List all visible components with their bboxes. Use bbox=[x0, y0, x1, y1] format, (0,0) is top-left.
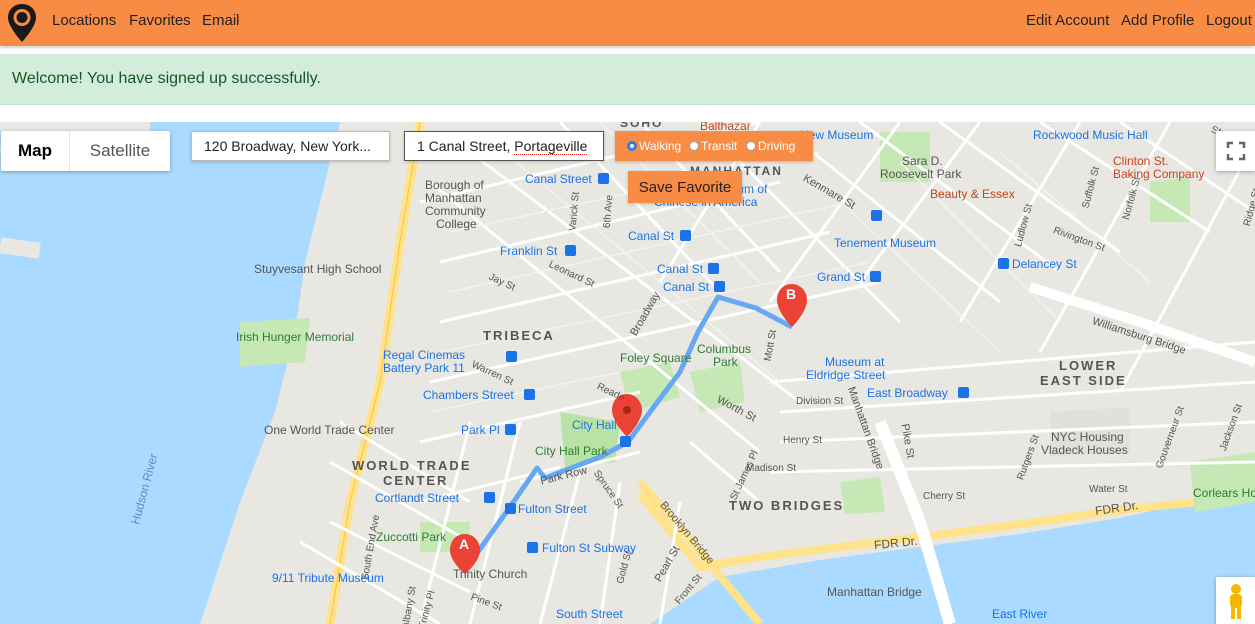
top-navbar: Locations Favorites Email Edit Account A… bbox=[0, 0, 1255, 46]
success-alert: Welcome! You have signed up successfully… bbox=[0, 54, 1255, 105]
nav-edit-account-link[interactable]: Edit Account bbox=[1026, 12, 1109, 29]
fullscreen-button[interactable] bbox=[1216, 131, 1255, 171]
marker-b-label[interactable]: B bbox=[786, 286, 796, 302]
mode-transit-label: Transit bbox=[701, 139, 738, 153]
nav-favorites-link[interactable]: Favorites bbox=[129, 12, 191, 29]
nav-logout-link[interactable]: Logout bbox=[1206, 12, 1252, 29]
destination-value-part2: Portageville bbox=[514, 137, 588, 155]
mode-driving-label: Driving bbox=[758, 139, 796, 153]
travel-mode-bar: Walking Transit Driving bbox=[615, 131, 813, 161]
alert-message: Welcome! You have signed up successfully… bbox=[12, 70, 321, 87]
nav-email-link[interactable]: Email bbox=[202, 12, 240, 29]
pegman-icon bbox=[1230, 584, 1242, 619]
mode-walking-label: Walking bbox=[639, 139, 682, 153]
mode-walking-radio[interactable] bbox=[627, 141, 637, 151]
mode-driving-option[interactable]: Driving bbox=[746, 139, 795, 153]
nav-add-profile-link[interactable]: Add Profile bbox=[1121, 12, 1194, 29]
mode-walking-option[interactable]: Walking bbox=[627, 139, 681, 153]
destination-value-part1: 1 Canal Street, bbox=[417, 138, 515, 154]
origin-input-value: 120 Broadway, New York... bbox=[204, 138, 372, 154]
nav-locations-link[interactable]: Locations bbox=[52, 12, 116, 29]
mode-transit-radio[interactable] bbox=[689, 141, 699, 151]
map-type-satellite-button[interactable]: Satellite bbox=[70, 131, 170, 171]
street-view-pegman-button[interactable] bbox=[1216, 577, 1255, 624]
map-canvas[interactable]: SOHO Balthazar New Museum Rockwood Music… bbox=[0, 122, 1255, 624]
map-pin-logo-icon[interactable] bbox=[7, 3, 37, 43]
save-favorite-button[interactable]: Save Favorite bbox=[628, 171, 742, 203]
marker-a-label[interactable]: A bbox=[459, 536, 469, 552]
origin-input[interactable]: 120 Broadway, New York... bbox=[191, 131, 390, 161]
map-type-map-button[interactable]: Map bbox=[1, 131, 70, 171]
fullscreen-icon bbox=[1226, 141, 1246, 161]
mode-transit-option[interactable]: Transit bbox=[689, 139, 737, 153]
map-type-control: Map Satellite bbox=[1, 131, 170, 171]
destination-input[interactable]: 1 Canal Street, Portageville bbox=[404, 131, 604, 161]
mode-driving-radio[interactable] bbox=[746, 141, 756, 151]
